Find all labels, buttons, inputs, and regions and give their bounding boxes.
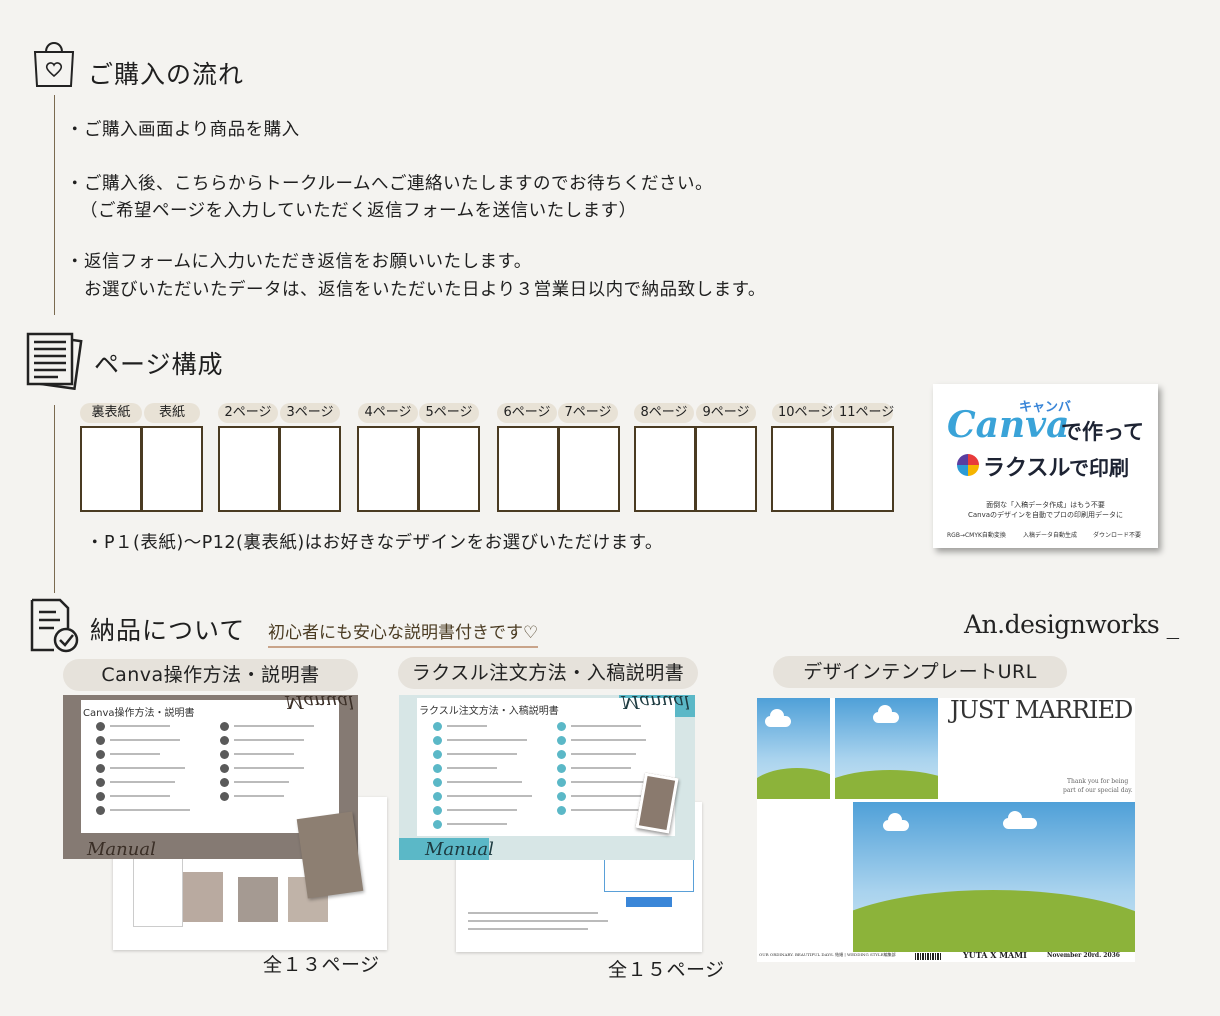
template-thanks-1: Thank you for being [1067,778,1129,785]
page-label-3: 3ページ [280,403,340,423]
template-headline: JUST MARRIED [950,696,1133,724]
raksul-manual-script: Manual [425,839,494,860]
page-box-11 [832,426,894,512]
canva-manual-script-mirror: Manual [285,691,354,712]
template-thanks-2: part of our special day. [1063,787,1133,794]
page-label-cover: 表紙 [144,403,200,423]
purchase-title: ご購入の流れ [88,60,245,89]
page-box-3 [279,426,341,512]
canva-toc-list [96,722,326,822]
page-box-9 [695,426,757,512]
purchase-line-5: お選びいただいたデータは、返信をいただいた日より３営業日以内で納品致します。 [84,280,766,300]
raksul-form-button [626,897,672,907]
page-box-cover [141,426,203,512]
template-photo-2 [835,698,938,799]
canva-doc-title: Canva操作方法・説明書 [83,708,195,719]
card-label-canva-manual: Canva操作方法・説明書 [63,659,358,691]
ad-feature-1: RGB→CMYK自動変換 [947,532,1006,539]
page-label-5: 5ページ [419,403,479,423]
template-photo-1 [757,698,830,799]
raksul-doc-title: ラクスル注文方法・入稿説明書 [419,706,559,717]
purchase-line-1: ・ご購入画面より商品を購入 [66,120,300,140]
ad-desc-2: Canvaのデザインを自動でプロの印刷用データに [967,511,1124,519]
card-label-raksul-manual: ラクスル注文方法・入稿説明書 [398,657,698,689]
page-box-8 [634,426,696,512]
document-check-icon [28,598,80,654]
page-box-7 [558,426,620,512]
page-label-2: 2ページ [218,403,278,423]
raksul-logo-icon [957,454,979,476]
page-box-2 [218,426,280,512]
purchase-line-3: （ご希望ページを入力していただく返信フォームを送信いたします） [80,201,637,221]
page-label-back-cover: 裏表紙 [80,403,142,423]
raksul-manual-script-mirror: Manual [621,691,690,712]
ad-line-1: で作って [1061,420,1144,444]
template-photo-large [853,802,1135,952]
page-label-10: 10ページ [772,403,833,423]
raksul-page-count: 全１５ページ [608,959,725,981]
ad-feature-2: 入稿データ自動生成 [1023,532,1078,539]
page-label-4: 4ページ [358,403,418,423]
page-box-4 [357,426,419,512]
document-icon [24,332,84,391]
delivery-title: 納品について [90,616,246,645]
page-label-11: 11ページ [833,403,894,423]
card-label-template-url: デザインテンプレートURL [773,656,1067,688]
back-page-photo [183,872,223,922]
barcode-icon [915,953,941,960]
purchase-line-2: ・ご購入後、こちらからトークルームへご連絡いたしますのでお待ちください。 [66,174,713,194]
ad-feature-3: ダウンロード不要 [1093,532,1142,539]
pages-title: ページ構成 [94,350,224,379]
ad-line-2: で印刷 [1069,456,1129,480]
canva-manual-script: Manual [87,839,156,860]
pages-note: ・P１(表紙)〜P12(裏表紙)はお好きなデザインをお選びいただけます。 [86,533,663,553]
page-box-back-cover [80,426,142,512]
pages-divider [54,405,55,593]
raksul-toc-list [433,722,663,829]
delivery-subtitle: 初心者にも安心な説明書付きです♡ [268,618,539,648]
page-label-9: 9ページ [696,403,756,423]
page-box-6 [497,426,559,512]
page-label-7: 7ページ [558,403,618,423]
page-box-5 [418,426,480,512]
template-date: November 20rd. 2036 [1047,952,1120,959]
purchase-line-4: ・返信フォームに入力いただき返信をお願いいたします。 [66,252,532,272]
template-footer-left: OUR ORDINARY. BEAUTIFUL DAYS. 結婚 | WEDDI… [759,952,896,957]
template-preview: JUST MARRIED Thank you for being part of… [757,696,1135,962]
page-label-8: 8ページ [634,403,694,423]
page-box-10 [771,426,833,512]
ad-desc-1: 面倒な「入稿データ作成」はもう不要 [986,501,1105,509]
canva-photo-collage [296,811,364,899]
canva-raksul-ad: キャンバ Canva で作って ラクスル で印刷 面倒な「入稿データ作成」はもう… [933,384,1158,548]
back-page-photo-2 [238,877,278,922]
brand-signature: An.designworks _ [964,610,1179,639]
shopping-bag-icon [31,34,77,90]
purchase-divider [54,95,55,315]
ad-print-brand: ラクスル [983,456,1071,481]
template-names: YUTA X MAMI [963,950,1027,960]
canva-page-count: 全１３ページ [263,954,380,976]
ad-canva-logo: Canva [947,404,1070,446]
page-label-6: 6ページ [497,403,557,423]
